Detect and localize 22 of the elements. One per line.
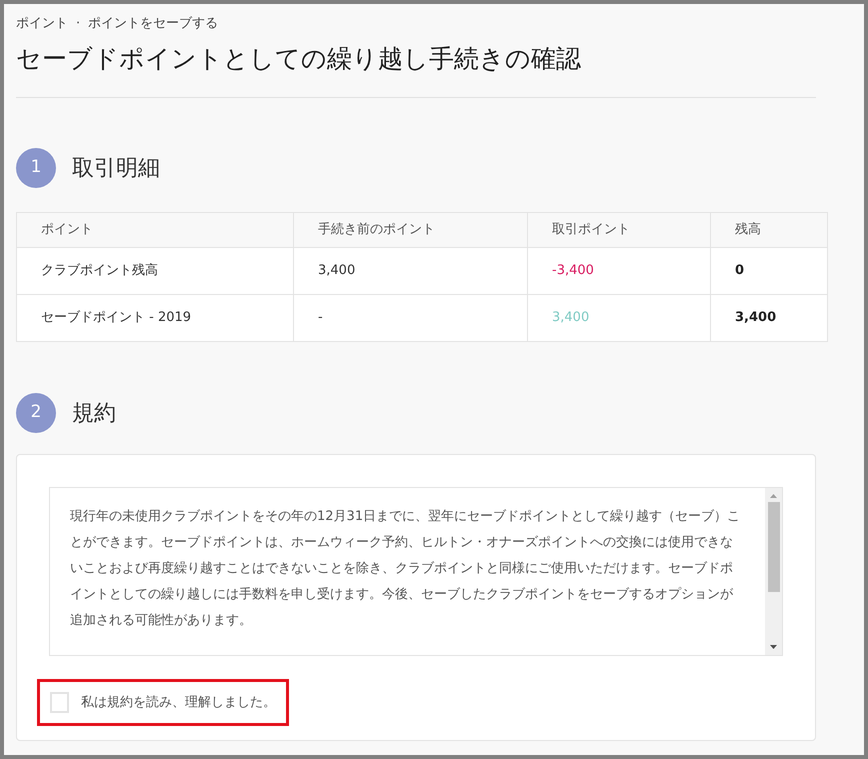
breadcrumb-current: ポイントをセーブする (88, 15, 218, 33)
table-cell: - (294, 294, 528, 342)
scroll-thumb[interactable] (768, 502, 780, 592)
column-header: ポイント (16, 212, 294, 248)
breadcrumb-link[interactable]: ポイント (16, 14, 68, 34)
table-cell: 3,400 (710, 294, 828, 342)
scrollbar[interactable] (765, 488, 782, 655)
step-number: 1 (16, 148, 56, 188)
scroll-up-icon[interactable] (770, 494, 777, 498)
page-title: セーブドポイントとしての繰り越し手続きの確認 (16, 42, 582, 74)
column-header: 取引ポイント (528, 212, 710, 248)
step-number: 2 (16, 393, 56, 433)
agreement-label[interactable]: 私は規約を読み、理解しました。 (81, 692, 276, 712)
section-heading: 規約 (72, 400, 116, 428)
scroll-down-icon[interactable] (770, 645, 777, 649)
section-heading: 取引明細 (72, 154, 160, 182)
terms-paragraph: 現行年の未使用クラブポイントをその年の12月31日までに、翌年にセーブドポイントとして繰り越す（セーブ）ことができます。セーブドポイントは、ホームウィーク予約、ヒルトン・オナーズポイントへの交換には使用できないことおよび再度繰り越すことはできないことを除き、クラブポイントと同様にご使用いただけます。セーブドポイントとしての繰り越しには手数料を申し受けます。今後、セーブしたクラブポイントをセーブするオプションが追加される可能性があります。 (69, 508, 742, 630)
agreement-checkbox[interactable] (50, 692, 69, 713)
column-header: 手続き前のポイント (294, 212, 528, 248)
table-cell: セーブドポイント - 2019 (16, 294, 294, 342)
table-cell: 3,400 (528, 294, 710, 342)
breadcrumb-separator: · (76, 15, 80, 33)
